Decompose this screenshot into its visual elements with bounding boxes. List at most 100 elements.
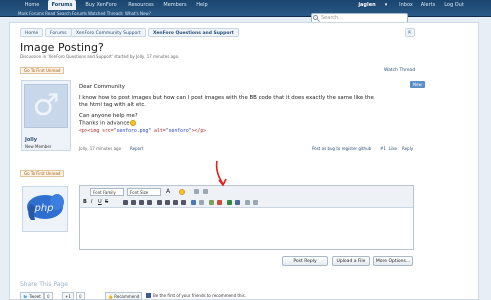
breadcrumb-community-support[interactable]: XenForo Community Support <box>71 28 146 37</box>
alerts-link[interactable]: Alerts <box>420 0 436 10</box>
tab-buy-xenforo[interactable]: Buy XenForo <box>80 0 122 10</box>
annotation-arrow <box>215 160 227 187</box>
code-tag: <p><img src= <box>79 128 114 134</box>
italic-icon[interactable]: I <box>91 199 92 205</box>
tweet-label: Tweet <box>29 294 41 299</box>
post-reply-button[interactable]: Post Reply <box>282 256 328 266</box>
code-end: ></p> <box>191 128 207 134</box>
post-number[interactable]: #1 <box>380 146 386 151</box>
indent-icon[interactable] <box>181 200 186 205</box>
watch-thread-link[interactable]: Watch Thread <box>384 68 415 73</box>
message-body: Dear Community I know how to post images… <box>79 84 409 135</box>
quote-icon[interactable] <box>235 200 240 205</box>
unlink-icon[interactable] <box>199 200 204 205</box>
strikethrough-icon[interactable]: S <box>105 199 108 205</box>
like-link[interactable]: Like <box>389 146 397 151</box>
font-size-select[interactable]: Font Size <box>127 188 161 196</box>
media-icon[interactable] <box>217 200 222 205</box>
bold-icon[interactable]: B <box>83 199 87 205</box>
smilie-icon[interactable] <box>179 189 185 195</box>
first-unread-button-bottom[interactable]: Go To First Unread <box>20 170 65 177</box>
align-right-icon[interactable] <box>139 200 144 205</box>
editor-toolbar: Font Family Font Size A B I U S <box>80 186 413 208</box>
logout-link[interactable]: Log Out <box>441 0 467 10</box>
user-title: New Member <box>25 144 52 149</box>
tweet-count: 0 <box>44 292 53 300</box>
twitter-icon: 🐦 <box>23 294 28 299</box>
message-line: I know how to post images but how can I … <box>79 95 374 102</box>
code-alt-attr: alt= <box>151 128 166 134</box>
more-options-button[interactable]: More Options... <box>373 256 413 266</box>
text-color-icon[interactable]: A <box>166 188 170 195</box>
php-elephant-icon: php <box>27 194 64 220</box>
align-justify-icon[interactable] <box>147 200 152 205</box>
subnav-whats-new[interactable]: What's New? <box>125 10 151 17</box>
outdent-icon[interactable] <box>173 200 178 205</box>
report-link[interactable]: Report <box>130 146 143 151</box>
undo-icon[interactable] <box>194 189 199 194</box>
bullet-list-icon[interactable] <box>157 200 162 205</box>
gplus-button[interactable]: +1 <box>62 292 74 300</box>
message-line: Can anyone help me? <box>79 113 138 120</box>
align-left-icon[interactable] <box>123 200 128 205</box>
divider <box>121 12 122 15</box>
first-unread-button-top[interactable]: Go To First Unread <box>20 67 65 74</box>
link-icon[interactable] <box>191 200 196 205</box>
tab-members[interactable]: Members <box>159 0 191 10</box>
code-snippet: <p><img src="xenforo.png" alt="xenforo">… <box>79 128 409 135</box>
username[interactable]: Jolly <box>25 137 37 143</box>
search-icon <box>313 15 318 20</box>
breadcrumb-forums[interactable]: Forums <box>45 28 72 37</box>
breadcrumb-home[interactable]: Home <box>20 28 44 37</box>
svg-text:php: php <box>33 203 53 214</box>
upload-file-button[interactable]: Upload a File <box>332 256 370 266</box>
recommend-button[interactable]: 👍 Recommend <box>105 292 143 300</box>
message-greeting: Dear Community <box>79 84 125 90</box>
subnav-watched-threads[interactable]: Watched Threads <box>88 10 123 17</box>
male-symbol-icon: ♂ <box>32 88 60 123</box>
page-title: Image Posting? <box>20 41 104 54</box>
align-center-icon[interactable] <box>131 200 136 205</box>
image-icon[interactable] <box>209 200 214 205</box>
redo-icon[interactable] <box>203 189 208 194</box>
smiley-icon <box>129 120 136 127</box>
inbox-link[interactable]: Inbox <box>398 0 414 10</box>
tab-resources[interactable]: Resources <box>124 0 158 10</box>
breadcrumb-questions-support[interactable]: XenForo Questions and Support <box>148 28 239 37</box>
tab-home[interactable]: Home <box>20 0 44 10</box>
external-link-icon[interactable]: ⇱ <box>405 28 415 37</box>
thread-meta: Discussion in 'XenForo Questions and Sup… <box>20 54 180 59</box>
toggle-bbcode-icon[interactable] <box>253 200 258 205</box>
gplus-count: 0 <box>76 292 85 300</box>
user-menu[interactable]: jaglen <box>356 0 378 10</box>
recommend-label: Recommend <box>114 294 140 299</box>
message-line: Thanks in advance <box>79 120 409 128</box>
code-alt-value: "xenforo" <box>165 128 192 134</box>
facebook-icon <box>146 293 151 298</box>
code-block-icon[interactable] <box>227 200 232 205</box>
top-navigation: Home Forums Buy XenForo Resources Member… <box>0 0 491 17</box>
share-title: Share This Page <box>20 281 68 288</box>
message-line: the html tag with alt etc. <box>79 102 146 109</box>
recommend-text: Be the first of your friends to recommen… <box>153 293 246 298</box>
tab-help[interactable]: Help <box>191 0 213 10</box>
divider <box>84 12 85 15</box>
new-badge: New <box>410 81 425 88</box>
font-family-select[interactable]: Font Family <box>90 188 124 196</box>
chevron-down-icon[interactable]: ▾ <box>381 0 391 10</box>
bug-report-link[interactable]: Post as bug to register github <box>312 146 371 151</box>
underline-icon[interactable]: U <box>98 199 102 205</box>
tweet-button[interactable]: 🐦 Tweet <box>20 292 44 300</box>
reply-link[interactable]: Reply <box>402 146 413 151</box>
numbered-list-icon[interactable] <box>165 200 170 205</box>
subnav-search-forums[interactable]: Search Forums <box>57 10 87 17</box>
divider <box>53 12 54 15</box>
code-src-value: "xenforo.png" <box>113 128 152 134</box>
post-date[interactable]: Jolly, 17 minutes ago <box>79 146 121 151</box>
subnav-mark-read[interactable]: Mark Forums Read <box>18 10 55 17</box>
remove-format-icon[interactable] <box>245 200 250 205</box>
tab-forums[interactable]: Forums <box>48 0 76 10</box>
thumbs-up-icon: 👍 <box>108 294 113 299</box>
thanks-text: Thanks in advance <box>79 120 130 127</box>
sub-navigation: Mark Forums Read Search Forums Watched T… <box>0 10 491 17</box>
